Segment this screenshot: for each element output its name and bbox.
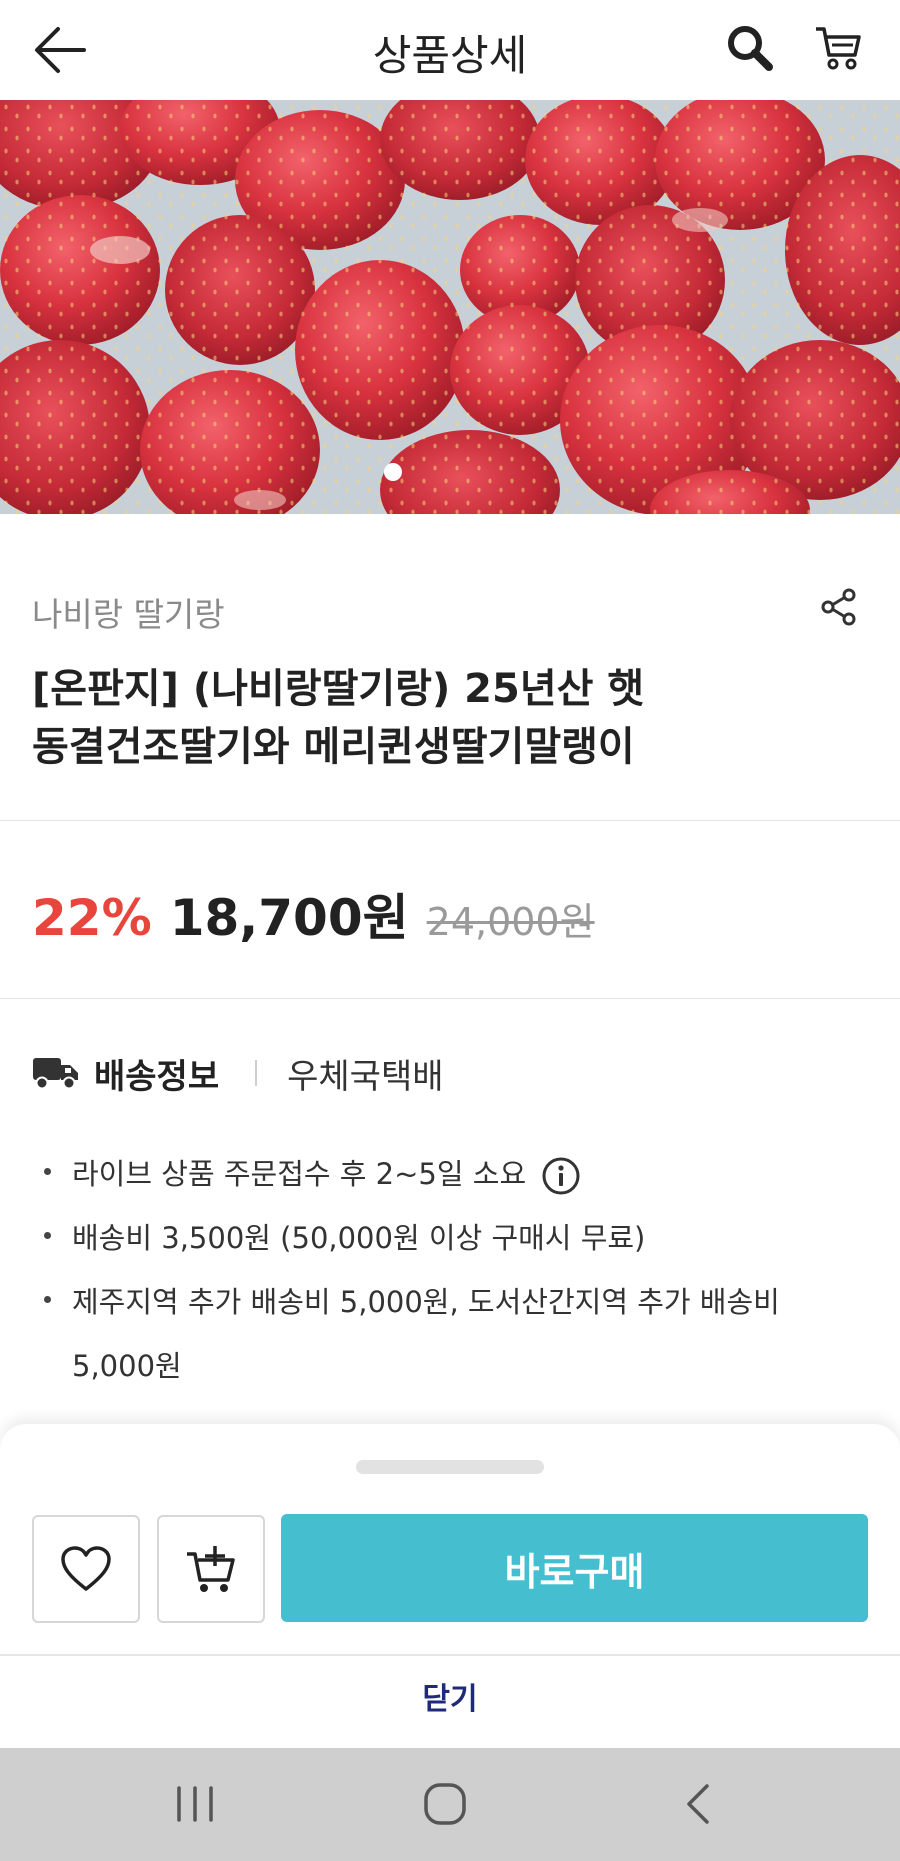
list-item: 제주지역 추가 배송비 5,000원, 도서산간지역 추가 배송비 5,000원	[40, 1270, 870, 1398]
cart-add-icon	[187, 1546, 235, 1592]
cart-icon	[816, 27, 861, 70]
buy-now-button[interactable]: 바로구매	[281, 1514, 868, 1622]
shipping-carrier: 우체국택배	[287, 1056, 444, 1097]
divider	[0, 820, 900, 821]
add-to-cart-button[interactable]	[157, 1515, 265, 1623]
list-item: 라이브 상품 주문접수 후 2~5일 소요	[40, 1142, 870, 1206]
divider	[0, 1654, 900, 1656]
top-app-bar: 상품상세	[0, 0, 900, 100]
sale-price: 18,700원	[169, 889, 409, 947]
system-navigation-bar	[0, 1748, 900, 1861]
carousel-indicator-dot[interactable]	[384, 463, 402, 481]
share-icon	[821, 588, 856, 626]
product-image-carousel[interactable]	[0, 100, 900, 514]
shipping-label: 배송정보	[94, 1056, 220, 1097]
drag-handle[interactable]	[356, 1460, 544, 1474]
purchase-bottom-sheet: 바로구매 닫기	[0, 1424, 900, 1748]
close-button[interactable]: 닫기	[0, 1674, 900, 1718]
home-button[interactable]	[410, 1774, 480, 1834]
chevron-left-icon	[687, 1784, 709, 1824]
home-icon	[424, 1783, 466, 1825]
share-button[interactable]	[814, 582, 864, 632]
heart-icon	[61, 1546, 111, 1591]
info-icon[interactable]	[541, 1156, 581, 1196]
shipping-detail-text: 제주지역 추가 배송비 5,000원, 도서산간지역 추가 배송비	[72, 1285, 780, 1319]
system-back-button[interactable]	[663, 1774, 733, 1834]
recent-apps-button[interactable]	[160, 1774, 230, 1834]
discount-rate: 22%	[32, 889, 152, 947]
recent-apps-icon	[177, 1786, 213, 1822]
product-title-line-1: [온판지] (나비랑딸기랑) 25년산 햇	[32, 666, 645, 712]
shipping-detail-text-continued: 5,000원	[72, 1349, 182, 1383]
product-photo	[0, 100, 900, 514]
cart-button[interactable]	[810, 20, 866, 76]
shipping-detail-text: 라이브 상품 주문접수 후 2~5일 소요	[72, 1157, 527, 1191]
product-title-line-2: 동결건조딸기와 메리퀸생딸기말랭이	[32, 724, 635, 770]
search-icon	[728, 26, 773, 71]
original-price: 24,000원	[426, 900, 595, 944]
search-button[interactable]	[722, 20, 778, 76]
truck-icon	[33, 1058, 78, 1090]
shipping-detail-text: 배송비 3,500원 (50,000원 이상 구매시 무료)	[72, 1221, 646, 1255]
list-item: 배송비 3,500원 (50,000원 이상 구매시 무료)	[40, 1206, 870, 1270]
separator	[255, 1060, 258, 1086]
product-title: [온판지] (나비랑딸기랑) 25년산 햇 동결건조딸기와 메리퀸생딸기말랭이	[32, 660, 852, 776]
divider	[0, 998, 900, 999]
price-row: 22% 18,700원 24,000원	[32, 878, 595, 947]
shipping-details-list: 라이브 상품 주문접수 후 2~5일 소요 배송비 3,500원 (50,000…	[40, 1142, 870, 1398]
seller-name[interactable]: 나비랑 딸기랑	[32, 588, 225, 636]
shipping-info-header: 배송정보 우체국택배	[32, 1048, 444, 1098]
wishlist-button[interactable]	[32, 1515, 140, 1623]
